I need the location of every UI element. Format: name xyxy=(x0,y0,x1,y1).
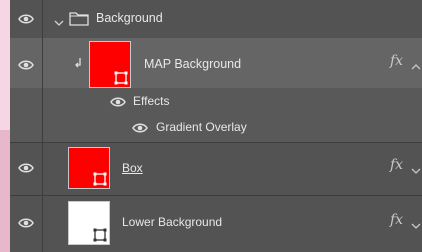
canvas-backdrop-lower xyxy=(0,130,10,252)
layer-group-background[interactable]: Background xyxy=(10,0,422,38)
eye-icon[interactable] xyxy=(18,60,34,70)
chevron-up-icon[interactable] xyxy=(411,59,421,70)
layer-name: Lower Background xyxy=(122,215,223,229)
layer-lower-background[interactable]: Lower Background fx xyxy=(10,196,422,252)
fx-icon[interactable]: fx xyxy=(390,157,403,173)
eye-icon[interactable] xyxy=(18,163,34,173)
layer-name: Box xyxy=(122,161,143,175)
eye-icon[interactable] xyxy=(18,218,34,228)
chevron-down-icon[interactable] xyxy=(411,163,421,174)
chevron-down-icon[interactable] xyxy=(411,218,421,229)
layer-box[interactable]: Box fx xyxy=(10,143,422,195)
smart-object-icon xyxy=(114,71,128,85)
effects-row[interactable]: Effects xyxy=(10,88,422,114)
gradient-overlay-row[interactable]: Gradient Overlay xyxy=(10,114,422,142)
eye-icon[interactable] xyxy=(18,14,34,24)
clipping-arrow-icon xyxy=(74,56,84,68)
smart-object-icon xyxy=(93,172,107,186)
layer-thumbnail[interactable] xyxy=(68,147,110,189)
layers-panel: Background MAP Background fx Effects Gra… xyxy=(10,0,422,252)
eye-icon[interactable] xyxy=(110,97,126,107)
fx-icon[interactable]: fx xyxy=(390,212,403,228)
effects-label: Effects xyxy=(133,94,170,108)
fx-icon[interactable]: fx xyxy=(390,53,403,69)
visibility-column-divider xyxy=(42,0,43,252)
smart-object-icon xyxy=(93,228,107,242)
gradient-overlay-label: Gradient Overlay xyxy=(156,120,247,134)
layer-map-background[interactable]: MAP Background fx xyxy=(10,38,422,93)
layer-name: Background xyxy=(96,11,163,25)
layer-thumbnail[interactable] xyxy=(89,41,131,88)
folder-icon xyxy=(69,11,89,26)
layer-name: MAP Background xyxy=(144,57,242,71)
layer-thumbnail[interactable] xyxy=(68,201,110,245)
eye-icon[interactable] xyxy=(132,123,148,133)
chevron-down-icon[interactable] xyxy=(54,15,64,26)
